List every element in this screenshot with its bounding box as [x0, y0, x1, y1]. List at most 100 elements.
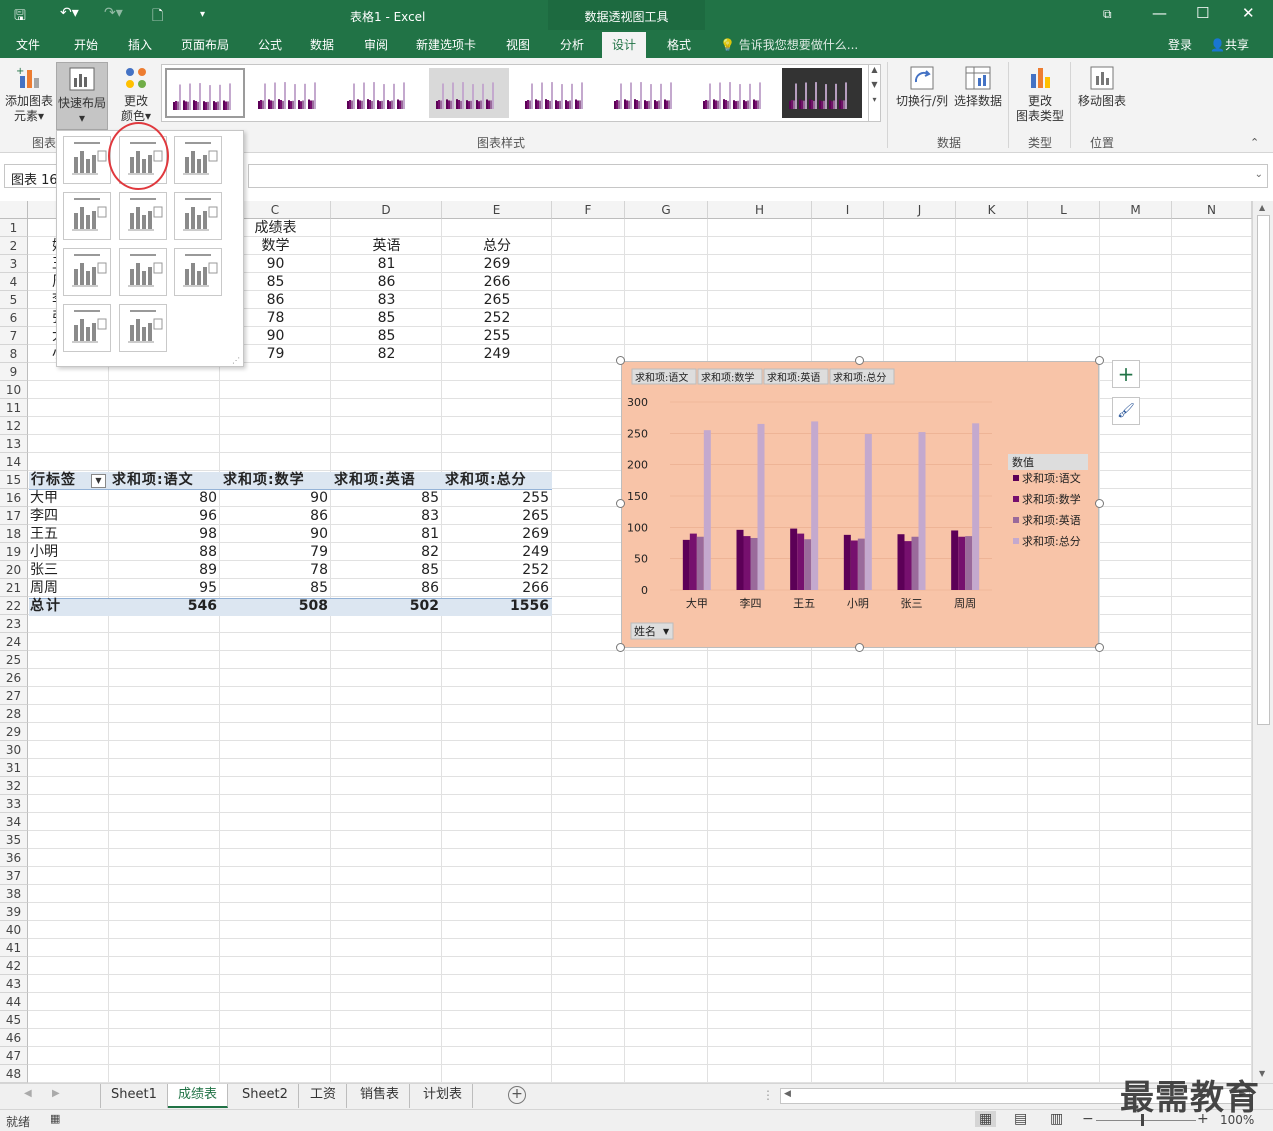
chart-style-7[interactable]	[696, 68, 776, 118]
chart-style-1[interactable]	[165, 68, 245, 118]
prev-sheet-icon[interactable]: ◀	[24, 1088, 32, 1099]
column-header[interactable]: N	[1172, 201, 1252, 219]
row-header[interactable]: 40	[0, 921, 28, 939]
pivot-total-cell[interactable]: 总计	[28, 597, 109, 615]
maximize-icon[interactable]: ☐	[1196, 4, 1209, 22]
pivot-cell[interactable]: 83	[331, 507, 442, 525]
scroll-up-icon[interactable]: ▲	[1259, 203, 1265, 212]
chart-style-4[interactable]	[429, 68, 509, 118]
sheet-tab-plan[interactable]: 计划表	[413, 1084, 474, 1108]
pivot-cell[interactable]: 252	[442, 561, 552, 579]
pivot-header[interactable]: 求和项:总分	[442, 471, 552, 489]
resize-handle[interactable]	[855, 643, 864, 652]
column-header[interactable]: F	[552, 201, 625, 219]
source-header[interactable]: 英语	[331, 237, 442, 255]
value-field-button[interactable]: 求和项:语文	[631, 368, 697, 385]
pivot-cell[interactable]: 86	[331, 579, 442, 597]
normal-view-icon[interactable]: ▦	[975, 1111, 997, 1127]
pivot-header[interactable]: 求和项:英语	[331, 471, 442, 489]
row-header[interactable]: 4	[0, 273, 28, 291]
tab-review[interactable]: 审阅	[364, 36, 388, 53]
bar[interactable]	[696, 536, 704, 590]
pivot-cell[interactable]: 85	[220, 579, 331, 597]
row-header[interactable]: 12	[0, 417, 28, 435]
row-header[interactable]: 38	[0, 885, 28, 903]
pivot-cell[interactable]: 85	[331, 489, 442, 507]
pivot-cell[interactable]: 85	[331, 561, 442, 579]
column-header[interactable]: D	[331, 201, 442, 219]
bar[interactable]	[904, 541, 912, 590]
bar[interactable]	[750, 537, 758, 590]
pivot-cell[interactable]: 90	[220, 489, 331, 507]
row-header[interactable]: 19	[0, 543, 28, 561]
pivot-total-cell[interactable]: 502	[331, 597, 442, 615]
row-header[interactable]: 14	[0, 453, 28, 471]
column-header[interactable]: M	[1100, 201, 1172, 219]
tab-split-icon[interactable]: ⋮	[762, 1088, 774, 1102]
tab-insert[interactable]: 插入	[128, 36, 152, 53]
bar[interactable]	[965, 536, 973, 590]
pivot-cell[interactable]: 269	[442, 525, 552, 543]
ribbon-display-icon[interactable]: ⧉	[1103, 7, 1112, 22]
row-header[interactable]: 3	[0, 255, 28, 273]
change-colors-button[interactable]: 更改 颜色▾	[114, 64, 158, 124]
layout-5[interactable]	[119, 192, 167, 240]
row-header[interactable]: 33	[0, 795, 28, 813]
bar[interactable]	[736, 529, 744, 590]
bar[interactable]	[790, 528, 798, 590]
redo-icon[interactable]: ↷▾	[104, 5, 123, 21]
pivot-cell[interactable]: 249	[442, 543, 552, 561]
pivot-cell[interactable]: 86	[220, 507, 331, 525]
row-header[interactable]: 10	[0, 381, 28, 399]
pivot-cell[interactable]: 小明	[28, 543, 109, 561]
chart-styles-button[interactable]: 🖌	[1112, 397, 1140, 425]
page-break-view-icon[interactable]: ▥	[1050, 1111, 1063, 1127]
layout-9[interactable]	[174, 248, 222, 296]
source-cell[interactable]: 266	[442, 273, 552, 291]
row-header[interactable]: 13	[0, 435, 28, 453]
bar[interactable]	[703, 430, 711, 590]
value-field-button[interactable]: 求和项:总分	[829, 368, 895, 385]
pivot-cell[interactable]: 82	[331, 543, 442, 561]
axis-field-button[interactable]: 姓名 ▼	[630, 622, 674, 640]
column-header[interactable]: E	[442, 201, 552, 219]
bar[interactable]	[972, 423, 980, 590]
row-header[interactable]: 48	[0, 1065, 28, 1083]
tab-file[interactable]: 文件	[16, 36, 40, 53]
save-icon[interactable]: 🖫	[14, 5, 26, 29]
pivot-header[interactable]: 求和项:数学	[220, 471, 331, 489]
sheet-tab-salary[interactable]: 工资	[300, 1084, 348, 1108]
bar[interactable]	[850, 540, 858, 590]
bar[interactable]	[864, 433, 872, 590]
source-cell[interactable]: 85	[331, 309, 442, 327]
dropdown-arrow-icon[interactable]: ▼	[663, 627, 670, 636]
pivot-cell[interactable]: 张三	[28, 561, 109, 579]
row-header[interactable]: 25	[0, 651, 28, 669]
tab-analyze[interactable]: 分析	[560, 36, 584, 53]
row-header[interactable]: 28	[0, 705, 28, 723]
row-header[interactable]: 44	[0, 993, 28, 1011]
pivot-cell[interactable]: 90	[220, 525, 331, 543]
undo-icon[interactable]: ↶▾	[60, 5, 79, 21]
next-sheet-icon[interactable]: ▶	[52, 1088, 60, 1099]
tab-home[interactable]: 开始	[74, 36, 98, 53]
row-header[interactable]: 9	[0, 363, 28, 381]
source-cell[interactable]: 83	[331, 291, 442, 309]
row-header[interactable]: 11	[0, 399, 28, 417]
row-header[interactable]: 45	[0, 1011, 28, 1029]
resize-handle[interactable]	[616, 499, 625, 508]
tab-format[interactable]: 格式	[667, 36, 691, 53]
source-cell[interactable]: 265	[442, 291, 552, 309]
new-file-icon[interactable]: 🗋	[152, 5, 163, 29]
pivot-cell[interactable]: 96	[109, 507, 220, 525]
pivot-cell[interactable]: 89	[109, 561, 220, 579]
bar[interactable]	[951, 530, 959, 590]
resize-handle[interactable]	[616, 643, 625, 652]
bar[interactable]	[843, 534, 851, 590]
tab-page-layout[interactable]: 页面布局	[181, 36, 229, 53]
column-header[interactable]: K	[956, 201, 1028, 219]
source-cell[interactable]: 249	[442, 345, 552, 363]
resize-handle[interactable]	[616, 356, 625, 365]
bar[interactable]	[797, 533, 805, 590]
row-header[interactable]: 42	[0, 957, 28, 975]
